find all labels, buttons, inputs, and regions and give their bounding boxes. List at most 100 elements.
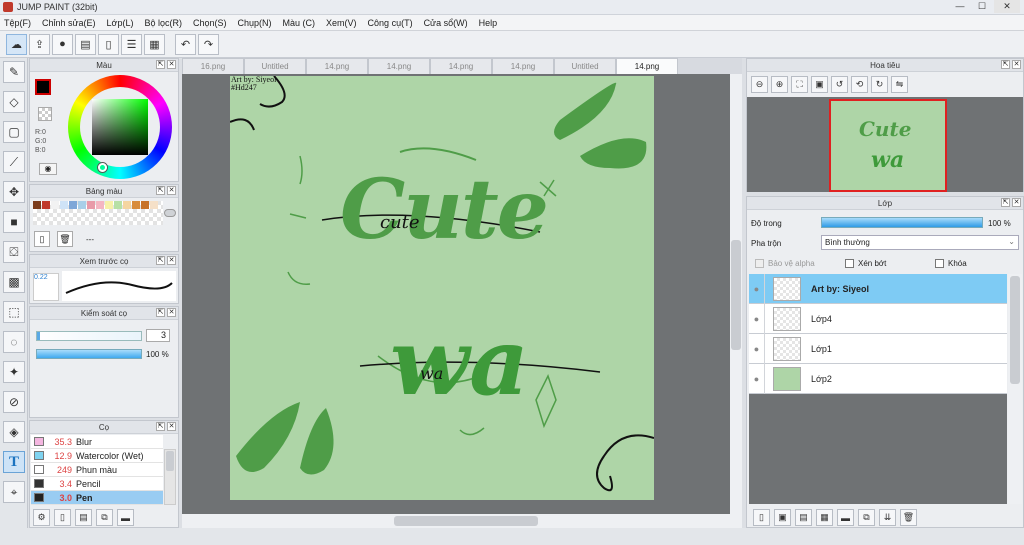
palette-swatch[interactable] <box>33 201 41 209</box>
artboard[interactable]: Art by: Siyeol #Hd247 Cute cute wa wa <box>230 76 654 500</box>
palette-swatch[interactable] <box>132 201 140 209</box>
menu-help[interactable]: Help <box>479 18 498 28</box>
document-tab[interactable]: 14.png <box>306 58 368 74</box>
rotate-left-icon[interactable]: ↺ <box>831 76 848 93</box>
document-tab[interactable]: 16.png <box>182 58 244 74</box>
document-tab[interactable]: 14.png <box>368 58 430 74</box>
panel-float-icon[interactable]: ⇱ <box>1001 198 1010 207</box>
brush-item[interactable]: 12.9 Watercolor (Wet) <box>31 449 163 463</box>
grid-icon[interactable]: ▦ <box>144 33 165 55</box>
document-tab[interactable]: Untitled <box>554 58 616 74</box>
palette-swatch[interactable] <box>105 201 113 209</box>
menu-capture[interactable]: Chụp(N) <box>238 18 272 28</box>
line-tool-icon[interactable]: ⟋ <box>3 151 25 173</box>
page-list-icon[interactable]: ☰ <box>121 33 142 55</box>
palette-swatch[interactable] <box>96 201 104 209</box>
rect-select-tool-icon[interactable]: ⬚ <box>3 301 25 323</box>
canvas-horizontal-thumb[interactable] <box>394 516 538 526</box>
panel-float-icon[interactable]: ⇱ <box>1001 60 1010 69</box>
undo-icon[interactable]: ↶ <box>175 33 196 55</box>
text-tool-icon[interactable]: T <box>3 451 25 473</box>
menu-layer[interactable]: Lớp(L) <box>107 18 134 28</box>
menu-file[interactable]: Tệp(F) <box>4 18 31 28</box>
panel-float-icon[interactable]: ⇱ <box>156 422 165 431</box>
comment-icon[interactable]: ▤ <box>75 33 96 55</box>
gradient-tool-icon[interactable]: ▩ <box>3 271 25 293</box>
fit-window-icon[interactable]: ⛶ <box>791 76 808 93</box>
brush-settings-icon[interactable]: ⚙ <box>33 509 50 526</box>
visibility-icon[interactable]: ● <box>749 333 765 364</box>
panel-float-icon[interactable]: ⇱ <box>156 186 165 195</box>
eyedropper-tool-icon[interactable]: ⌖ <box>3 481 25 503</box>
canvas-vertical-thumb[interactable] <box>731 240 741 350</box>
brush-new-icon[interactable]: ▯ <box>54 509 71 526</box>
brush-import-icon[interactable]: ▤ <box>75 509 92 526</box>
document-tab[interactable]: Untitled <box>244 58 306 74</box>
brush-item[interactable]: 3.4 Pencil <box>31 477 163 491</box>
palette-swatch[interactable] <box>123 201 131 209</box>
panel-close-icon[interactable]: ✕ <box>167 60 176 69</box>
new-layer-color-icon[interactable]: ▣ <box>774 509 791 526</box>
maximize-button[interactable]: ☐ <box>972 0 992 13</box>
select-eraser-tool-icon[interactable]: ◈ <box>3 421 25 443</box>
panel-close-icon[interactable]: ✕ <box>167 186 176 195</box>
transparent-swatch[interactable] <box>38 107 52 121</box>
menu-view[interactable]: Xem(V) <box>326 18 357 28</box>
layer-row[interactable]: ● Lớp1 <box>749 333 1007 364</box>
move-tool-icon[interactable]: ✥ <box>3 181 25 203</box>
brush-opacity-slider[interactable] <box>36 349 142 359</box>
menu-filter[interactable]: Bộ lọc(R) <box>144 18 182 28</box>
layer-list-scrollbar[interactable] <box>1008 274 1022 504</box>
document-tab[interactable]: 14.png <box>430 58 492 74</box>
brush-item[interactable]: 35.3 Blur <box>31 435 163 449</box>
visibility-icon[interactable]: ● <box>749 273 765 304</box>
rectangle-tool-icon[interactable]: ▢ <box>3 121 25 143</box>
saturation-value-square[interactable] <box>92 99 148 155</box>
palette-swatch[interactable] <box>114 201 122 209</box>
palette-swatch[interactable] <box>69 201 77 209</box>
rotate-right-icon[interactable]: ↻ <box>871 76 888 93</box>
blend-mode-select[interactable]: Bình thường ⌄ <box>821 235 1019 250</box>
brush-copy-icon[interactable]: ⧉ <box>96 509 113 526</box>
merge-layer-icon[interactable]: ⇊ <box>879 509 896 526</box>
magic-wand-tool-icon[interactable]: ✦ <box>3 361 25 383</box>
lock-checkbox[interactable]: Khóa <box>935 259 967 269</box>
fg-color-swatch[interactable] <box>35 79 51 95</box>
color-picker-handle[interactable] <box>98 163 107 172</box>
navigator-thumbnail[interactable] <box>829 99 947 192</box>
speech-bubble-icon[interactable]: ● <box>52 33 73 55</box>
visibility-icon[interactable]: ● <box>749 303 765 334</box>
palette-swatch[interactable] <box>42 201 50 209</box>
panel-close-icon[interactable]: ✕ <box>167 308 176 317</box>
palette-swatch[interactable] <box>141 201 149 209</box>
clip-checkbox[interactable]: Xén bớt <box>845 259 886 269</box>
panel-float-icon[interactable]: ⇱ <box>156 256 165 265</box>
palette-swatch[interactable] <box>60 201 68 209</box>
duplicate-layer-icon[interactable]: ⧉ <box>858 509 875 526</box>
lasso-tool-icon[interactable]: ◌ <box>3 331 25 353</box>
brush-size-field[interactable]: 3 <box>146 329 170 342</box>
panel-close-icon[interactable]: ✕ <box>167 422 176 431</box>
new-layer-halftone-icon[interactable]: ▦ <box>816 509 833 526</box>
panel-float-icon[interactable]: ⇱ <box>156 60 165 69</box>
palette-delete-icon[interactable]: 🗑 <box>57 231 73 247</box>
cloud-icon[interactable]: ☁ <box>6 33 27 55</box>
brush-item[interactable]: 3.0 Pen <box>31 491 163 505</box>
rotate-reset-icon[interactable]: ⟲ <box>851 76 868 93</box>
fill-shape-tool-icon[interactable]: ■ <box>3 211 25 233</box>
new-folder-icon[interactable]: ▬ <box>837 509 854 526</box>
brush-list-scrollbar[interactable] <box>164 449 176 505</box>
panel-close-icon[interactable]: ✕ <box>1012 60 1021 69</box>
layer-opacity-slider[interactable] <box>821 217 983 228</box>
brush-size-slider[interactable] <box>36 331 142 341</box>
menu-tools[interactable]: Công cụ(T) <box>368 18 413 28</box>
palette-swatch[interactable] <box>150 201 158 209</box>
new-layer-image-icon[interactable]: ▤ <box>795 509 812 526</box>
panel-close-icon[interactable]: ✕ <box>1012 198 1021 207</box>
layer-row[interactable]: ● Lớp2 <box>749 363 1007 394</box>
export-icon[interactable]: ⇪ <box>29 33 50 55</box>
palette-add-icon[interactable]: ▯ <box>34 231 50 247</box>
zoom-out-icon[interactable]: ⊖ <box>751 76 768 93</box>
palette-swatch[interactable] <box>87 201 95 209</box>
panel-float-icon[interactable]: ⇱ <box>156 308 165 317</box>
